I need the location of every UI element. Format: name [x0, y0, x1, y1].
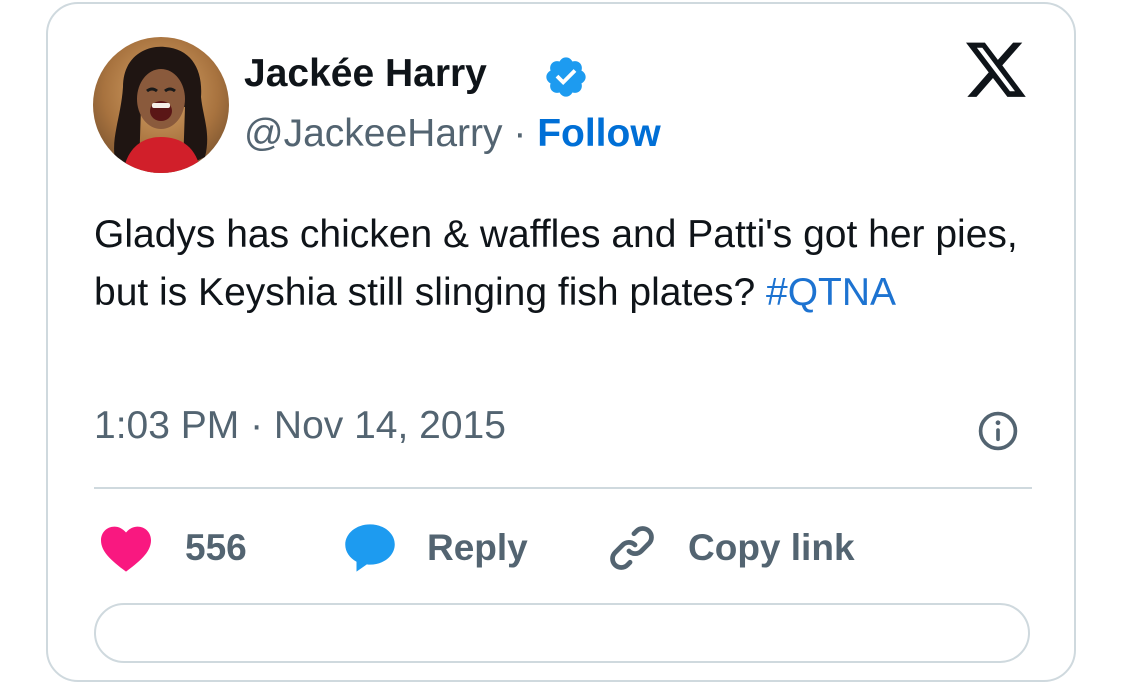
- info-icon[interactable]: [976, 409, 1020, 453]
- reply-label: Reply: [427, 527, 528, 568]
- link-icon: [610, 526, 654, 570]
- speech-bubble-icon: [345, 524, 395, 572]
- copy-link-label: Copy link: [688, 527, 855, 568]
- like-button[interactable]: 556: [98, 520, 247, 576]
- author-name[interactable]: Jackée Harry: [244, 52, 487, 96]
- follow-button[interactable]: Follow: [537, 112, 660, 155]
- avatar[interactable]: [93, 37, 229, 173]
- tweet-text: Gladys has chicken & waffles and Patti's…: [94, 206, 1024, 322]
- like-count: 556: [185, 527, 247, 568]
- heart-icon: [101, 526, 151, 572]
- verified-badge-icon: [546, 57, 586, 97]
- handle-row: @JackeeHarry · Follow: [244, 112, 661, 156]
- read-replies-button[interactable]: [94, 603, 1030, 663]
- hashtag-link[interactable]: #QTNA: [766, 271, 896, 314]
- divider: [94, 487, 1032, 489]
- copy-link-button[interactable]: Copy link: [606, 520, 855, 576]
- reply-button[interactable]: Reply: [343, 520, 528, 576]
- handle-separator: ·: [513, 112, 527, 155]
- x-logo-icon[interactable]: [966, 42, 1028, 100]
- author-handle[interactable]: @JackeeHarry: [244, 112, 503, 155]
- tweet-timestamp[interactable]: 1:03 PM · Nov 14, 2015: [94, 404, 506, 448]
